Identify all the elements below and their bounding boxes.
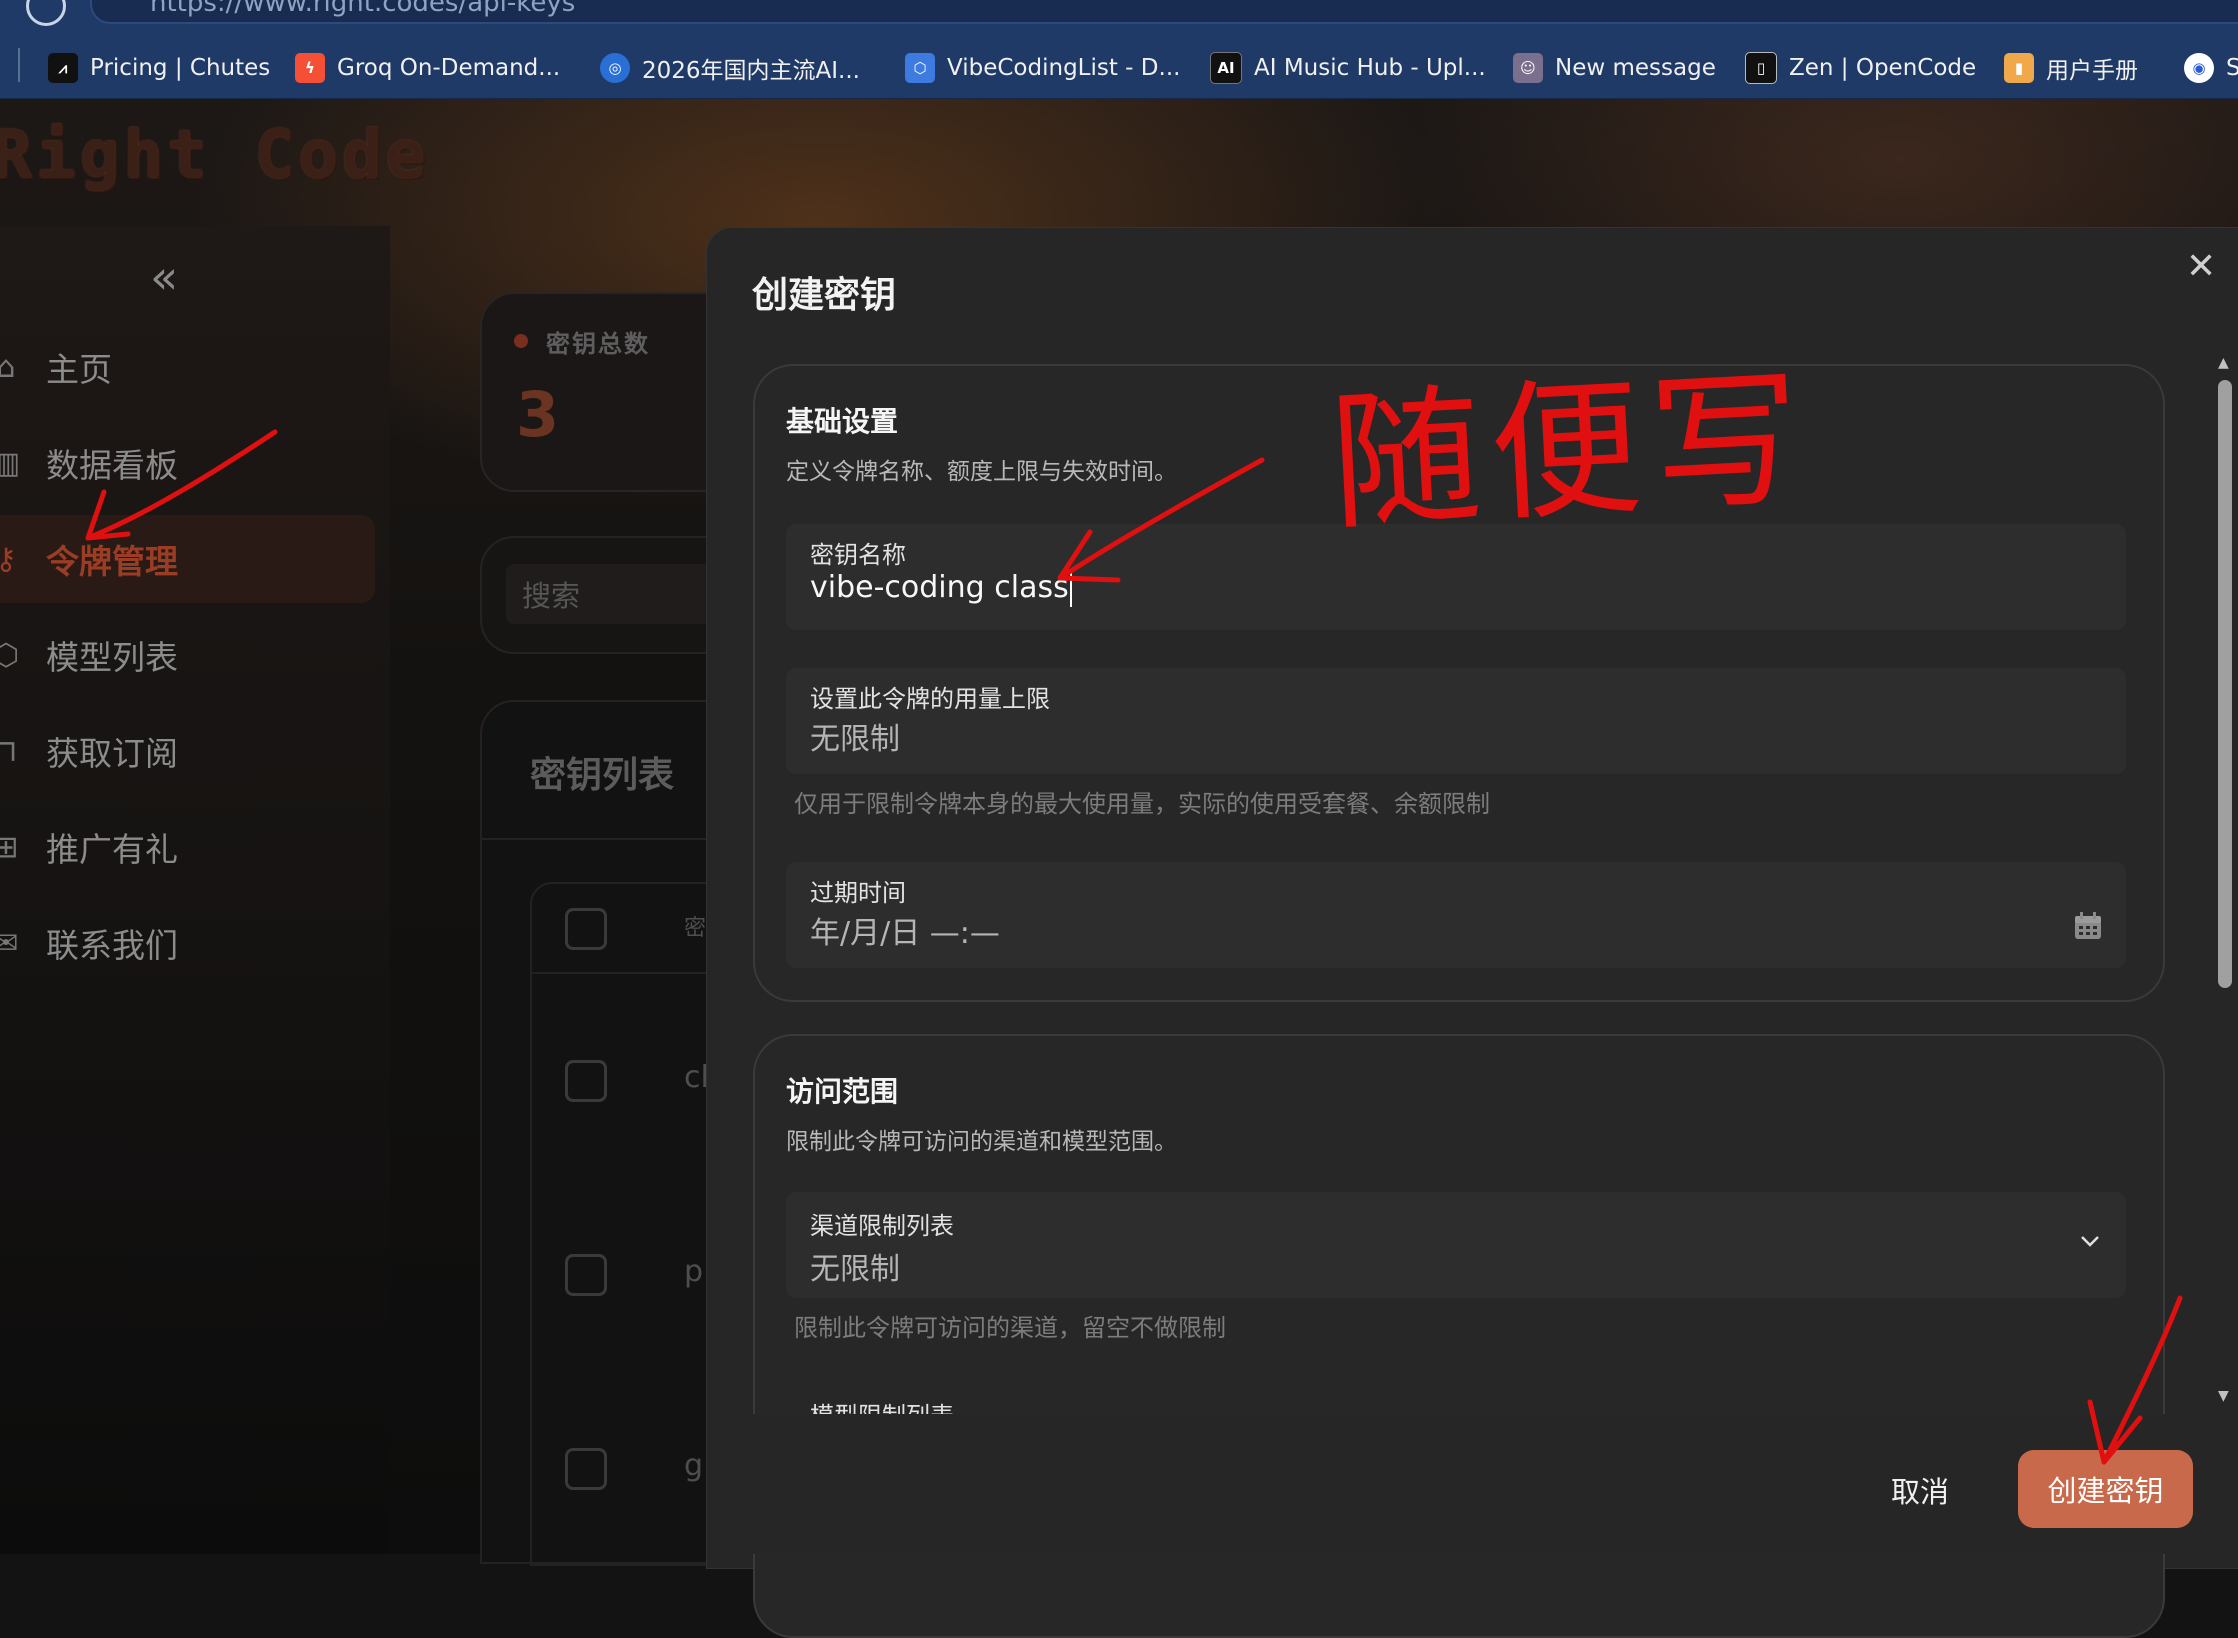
bookmark-ai-music[interactable]: AI AI Music Hub - Upl... <box>1210 38 1486 98</box>
channel-limit-select[interactable] <box>786 1192 2126 1298</box>
sidebar-item-dashboard[interactable]: ▥ 数据看板 <box>0 419 375 507</box>
bookmark-separator <box>18 48 20 82</box>
bookmark-ai-2026[interactable]: ◎ 2026年国内主流AI... <box>600 38 860 98</box>
gift-icon: ⊞ <box>0 829 19 865</box>
home-icon: ⌂ <box>0 349 16 385</box>
key-name-value: vibe-coding class <box>810 570 1069 605</box>
sidebar-item-home[interactable]: ⌂ 主页 <box>0 323 375 411</box>
bookmark-label: AI Music Hub - Upl... <box>1254 55 1486 81</box>
sidebar-item-contact[interactable]: ✉ 联系我们 <box>0 899 375 987</box>
sidebar-item-label: 推广有礼 <box>46 830 178 869</box>
bookmark-chutes[interactable]: ⩘ Pricing | Chutes <box>48 38 270 98</box>
row-checkbox[interactable] <box>565 1448 607 1490</box>
dialog-title: 创建密钥 <box>752 275 897 316</box>
bookmark-manual[interactable]: ▮ 用户手册 <box>2004 38 2138 98</box>
bookmark-label: Groq On-Demand... <box>337 55 561 81</box>
section-title: 基础设置 <box>786 405 899 438</box>
bookmark-label: 2026年国内主流AI... <box>642 58 860 84</box>
cancel-button[interactable]: 取消 <box>1860 1450 1980 1530</box>
stat-value: 3 <box>516 378 560 451</box>
address-bar-area: https://www.right.codes/api-keys <box>0 0 2238 38</box>
field-hint: 仅用于限制令牌本身的最大使用量，实际的使用受套餐、余额限制 <box>794 790 1490 818</box>
table-header-cell: 密 <box>684 916 707 941</box>
field-label: 设置此令牌的用量上限 <box>810 685 1050 713</box>
cube-icon: ⬡ <box>0 637 20 673</box>
bookmark-label: Zen | OpenCode <box>1789 55 1977 81</box>
reload-icon[interactable] <box>26 0 66 26</box>
field-label: 密钥名称 <box>810 541 906 569</box>
sidebar-item-label: 主页 <box>46 350 112 389</box>
ai-music-icon: AI <box>1210 52 1242 84</box>
mail-icon: ✉ <box>0 925 19 961</box>
bookmark-vibecodinglist[interactable]: ⬡ VibeCodingList - D... <box>905 38 1180 98</box>
calendar-icon[interactable] <box>2072 910 2104 942</box>
field-label: 渠道限制列表 <box>810 1212 954 1240</box>
sidebar-item-label: 令牌管理 <box>46 542 178 581</box>
bookmark-label: S <box>2226 55 2238 81</box>
scrollbar-thumb[interactable] <box>2218 380 2232 988</box>
bag-icon: ⊓ <box>0 733 18 769</box>
field-label: 过期时间 <box>810 879 906 907</box>
text-caret <box>1069 570 1072 607</box>
chutes-icon: ⩘ <box>48 53 78 83</box>
create-key-button[interactable]: 创建密钥 <box>2018 1450 2193 1528</box>
stat-label: 密钥总数 <box>546 330 650 358</box>
section-title: 访问范围 <box>786 1075 899 1108</box>
bookmark-label: VibeCodingList - D... <box>947 55 1181 81</box>
section-description: 定义令牌名称、额度上限与失效时间。 <box>786 459 1177 485</box>
annotation-handwriting: 随便写 <box>1326 352 1815 552</box>
bookmarks-bar: ⩘ Pricing | Chutes ϟ Groq On-Demand... ◎… <box>0 38 2238 99</box>
close-icon[interactable]: ✕ <box>2186 246 2216 287</box>
table-cell: p <box>684 1254 704 1289</box>
select-all-checkbox[interactable] <box>565 908 607 950</box>
field-hint: 限制此令牌可访问的渠道，留空不做限制 <box>794 1314 1226 1342</box>
key-icon: ⚷ <box>0 541 17 577</box>
bar-chart-icon: ▥ <box>0 445 21 481</box>
section-description: 限制此令牌可访问的渠道和模型范围。 <box>786 1129 1177 1155</box>
row-checkbox[interactable] <box>565 1060 607 1102</box>
key-name-input[interactable]: vibe-coding class <box>810 570 1072 607</box>
sidebar-item-label: 数据看板 <box>46 446 178 485</box>
divider <box>482 838 742 840</box>
chevron-down-icon[interactable] <box>2076 1230 2104 1252</box>
sidebar-item-label: 模型列表 <box>46 638 178 677</box>
usage-limit-input[interactable]: 无限制 <box>810 714 900 758</box>
key-list-title: 密钥列表 <box>530 755 675 796</box>
sidebar-item-label: 获取订阅 <box>46 734 178 773</box>
bookmark-label: New message <box>1555 55 1716 81</box>
bookmark-label: Pricing | Chutes <box>90 55 271 81</box>
manual-icon: ▮ <box>2004 53 2034 83</box>
expire-time-input[interactable]: 年/月/日 —:— <box>810 908 1000 952</box>
channel-limit-value: 无限制 <box>810 1252 900 1287</box>
double-chevron-left-icon[interactable]: « <box>150 250 178 304</box>
sidebar-item-token-management[interactable]: ⚷ 令牌管理 <box>0 515 375 603</box>
avatar-icon: ☺ <box>1513 53 1543 83</box>
bookmark-label: 用户手册 <box>2046 58 2138 84</box>
eye-logo-icon: ◉ <box>2184 53 2214 83</box>
sidebar-item-referral[interactable]: ⊞ 推广有礼 <box>0 803 375 891</box>
bookmark-groq[interactable]: ϟ Groq On-Demand... <box>295 38 560 98</box>
bookmark-s[interactable]: ◉ S <box>2184 38 2238 98</box>
status-dot <box>514 334 528 348</box>
dialog-footer <box>708 1414 2216 1554</box>
scroll-up-icon[interactable]: ▲ <box>2218 355 2229 371</box>
site-logo[interactable]: Right Code <box>0 116 429 193</box>
table-cell: g <box>684 1448 704 1483</box>
sidebar-item-subscription[interactable]: ⊓ 获取订阅 <box>0 707 375 795</box>
row-checkbox[interactable] <box>565 1254 607 1296</box>
groq-icon: ϟ <box>295 53 325 83</box>
sidebar-item-models[interactable]: ⬡ 模型列表 <box>0 611 375 699</box>
sidebar-item-label: 联系我们 <box>46 926 178 965</box>
scroll-down-icon[interactable]: ▼ <box>2218 1388 2229 1404</box>
circle-logo-icon: ◎ <box>600 53 630 83</box>
opencode-icon: ▯ <box>1745 52 1777 84</box>
bookmark-new-message[interactable]: ☺ New message <box>1513 38 1716 98</box>
cube-icon: ⬡ <box>905 53 935 83</box>
url-text[interactable]: https://www.right.codes/api-keys <box>150 0 575 18</box>
bookmark-opencode[interactable]: ▯ Zen | OpenCode <box>1745 38 1976 98</box>
